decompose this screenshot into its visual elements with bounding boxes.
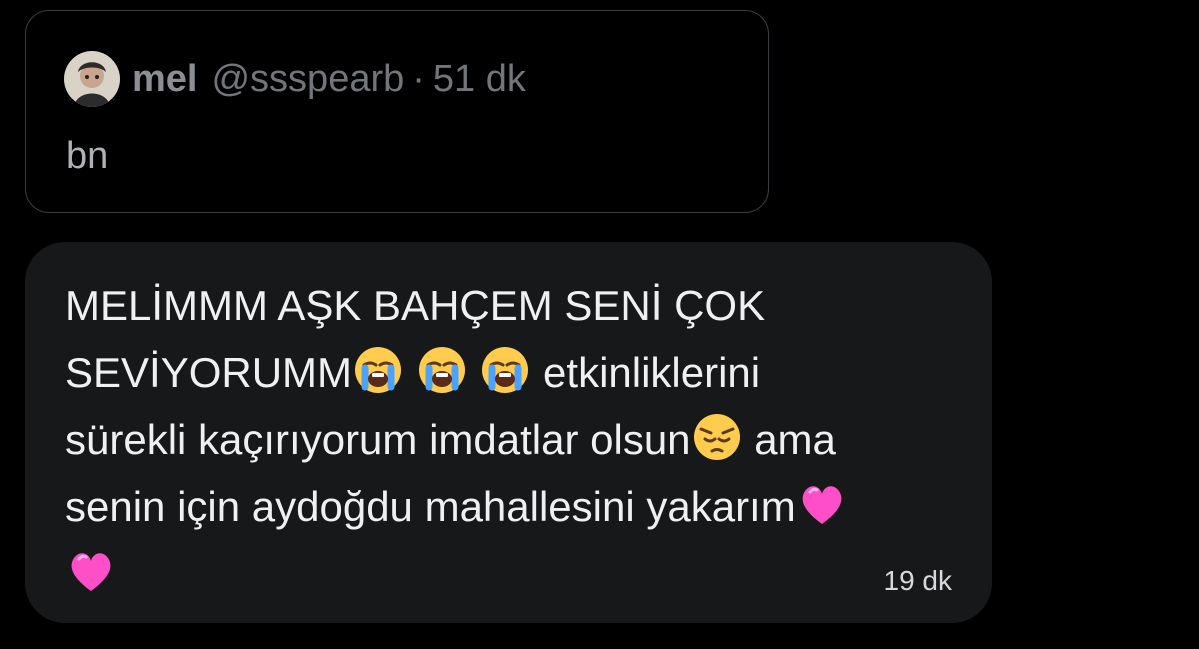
message-line-2b: etkinliklerini — [531, 349, 761, 396]
message-line-3: sürekli kaçırıyorum imdatlar olsun — [65, 416, 691, 463]
pensive-face-emoji — [691, 411, 743, 463]
message-bubble[interactable]: MELİMMM AŞK BAHÇEM SENİ ÇOK SEVİYORUMM e… — [25, 242, 992, 623]
quoted-tweet-time[interactable]: 51 dk — [433, 58, 526, 101]
avatar-image — [64, 51, 120, 107]
author-handle[interactable]: @ssspearb — [211, 58, 404, 101]
crying-face-emoji — [352, 344, 404, 396]
quoted-tweet-card[interactable]: mel @ssspearb · 51 dk bn — [25, 10, 769, 213]
quoted-tweet-text: bn — [66, 135, 109, 177]
crying-face-emoji — [416, 344, 468, 396]
message-line-1: MELİMMM AŞK BAHÇEM SENİ ÇOK — [65, 282, 766, 329]
message-line-4: senin için aydoğdu mahallesini yakarım — [65, 483, 796, 530]
avatar[interactable] — [64, 51, 120, 107]
quoted-tweet-header: mel @ssspearb · 51 dk — [64, 49, 526, 109]
pink-heart-emoji — [796, 478, 848, 530]
message-text: MELİMMM AŞK BAHÇEM SENİ ÇOK SEVİYORUMM e… — [65, 272, 965, 607]
message-line-2: SEVİYORUMM — [65, 349, 353, 396]
crying-face-emoji — [479, 344, 531, 396]
pink-heart-emoji — [65, 545, 117, 597]
message-time[interactable]: 19 dk — [884, 565, 953, 597]
separator-dot: · — [412, 57, 425, 100]
author-name[interactable]: mel — [132, 58, 197, 101]
message-line-3b: ama — [742, 416, 836, 463]
